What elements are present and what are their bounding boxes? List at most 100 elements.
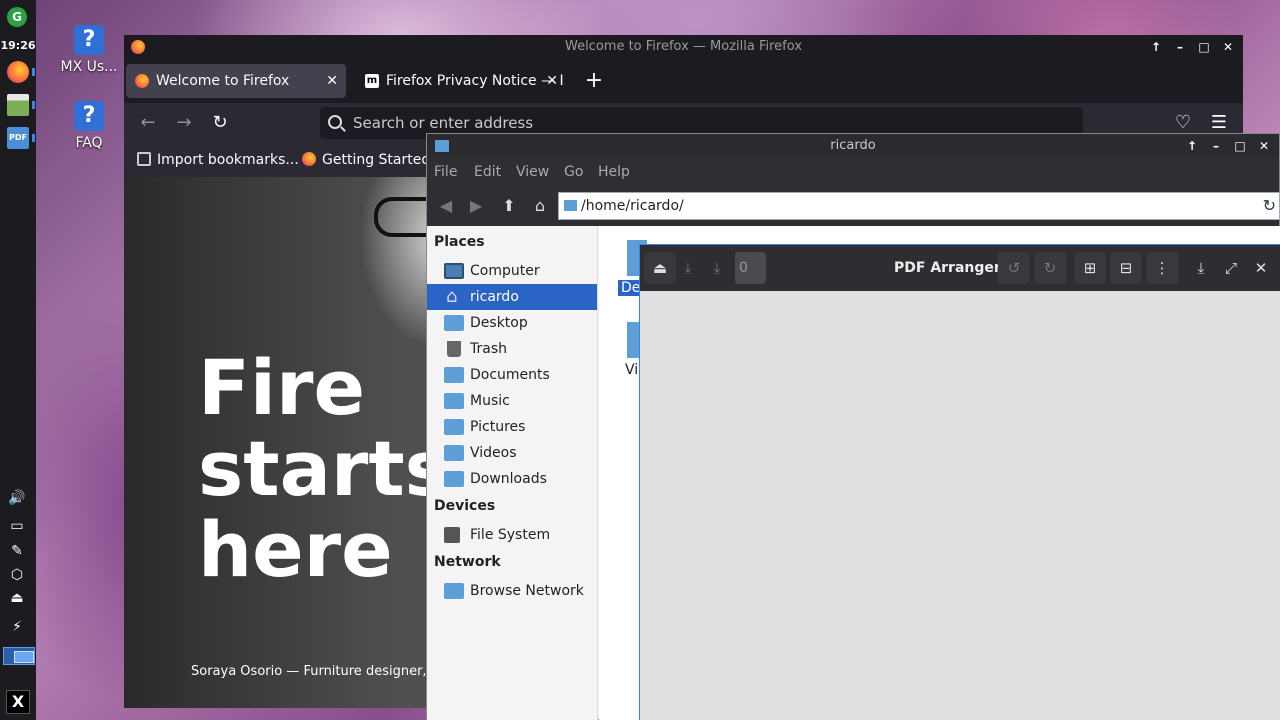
menu-bar: File Edit View Go Help xyxy=(427,158,1279,186)
network-header: Network xyxy=(434,554,501,570)
desktop-icon-mx-user-manual[interactable]: ? MX Us... xyxy=(54,25,124,75)
firefox-titlebar[interactable]: Welcome to Firefox — Mozilla Firefox ↑ –… xyxy=(124,35,1243,59)
menu-file[interactable]: File xyxy=(434,158,457,186)
tab-privacy-notice[interactable]: m Firefox Privacy Notice — I ✕ xyxy=(356,64,566,98)
sidebar-item-documents[interactable]: Documents xyxy=(427,362,597,388)
sidebar-item-desktop[interactable]: Desktop xyxy=(427,310,597,336)
sidebar-item-file-system[interactable]: File System xyxy=(427,522,597,548)
rotate-left-icon[interactable]: ↺ xyxy=(998,252,1030,284)
menu-edit[interactable]: Edit xyxy=(474,158,501,186)
running-indicator xyxy=(32,68,35,76)
sidebar-item-label: Videos xyxy=(470,445,517,461)
minimize-icon[interactable]: ⤓ xyxy=(1185,252,1217,284)
folder-icon xyxy=(435,140,449,152)
menu-help[interactable]: Help xyxy=(598,158,630,186)
bookmark-import[interactable]: Import bookmarks... xyxy=(137,143,299,177)
sidebar-item-pictures[interactable]: Pictures xyxy=(427,414,597,440)
tab-strip: Welcome to Firefox ✕ m Firefox Privacy N… xyxy=(124,59,1243,103)
sidebar-item-ricardo[interactable]: ricardo xyxy=(427,284,597,310)
mx-menu-button[interactable]: X xyxy=(6,690,30,714)
sidebar-item-downloads[interactable]: Downloads xyxy=(427,466,597,492)
zoom-in-icon[interactable]: ⊞ xyxy=(1074,252,1106,284)
package-icon[interactable]: ⬡ xyxy=(8,567,26,583)
rotate-right-icon[interactable]: ↻ xyxy=(1034,252,1066,284)
bookmark-label: Getting Started xyxy=(322,152,431,168)
sidebar-item-browse-network[interactable]: Browse Network xyxy=(427,578,597,604)
power-icon[interactable]: ⚡ xyxy=(8,619,26,635)
sidebar-item-computer[interactable]: Computer xyxy=(427,258,597,284)
desktop-folder-icon xyxy=(444,315,464,331)
sidebar-item-videos[interactable]: Videos xyxy=(427,440,597,466)
page-number-field[interactable]: 0 xyxy=(735,252,766,284)
home-button[interactable]: ⌂ xyxy=(529,196,551,216)
file-label[interactable]: Vi xyxy=(625,362,638,378)
sidebar-item-label: Browse Network xyxy=(470,583,584,599)
volume-icon[interactable]: 🔊 xyxy=(8,490,26,506)
close-button[interactable]: ✕ xyxy=(1252,134,1276,158)
tab-welcome[interactable]: Welcome to Firefox ✕ xyxy=(126,64,346,98)
close-button[interactable]: ✕ xyxy=(1216,35,1240,59)
forward-button[interactable]: ▶ xyxy=(465,196,487,216)
menu-view[interactable]: View xyxy=(516,158,549,186)
keep-above-button[interactable]: ↑ xyxy=(1180,134,1204,158)
pocket-icon[interactable]: ♡ xyxy=(1171,111,1195,135)
sidebar-item-label: ricardo xyxy=(470,289,519,305)
maximize-button[interactable]: □ xyxy=(1192,35,1216,59)
videos-folder-icon xyxy=(444,445,464,461)
devices-header: Devices xyxy=(434,498,496,514)
folder-icon xyxy=(564,200,577,211)
sidebar-item-label: Documents xyxy=(470,367,550,383)
pdf-arranger-window: ⏏ ⤓ ⤓ 0 PDF Arranger ↺ ↻ ⊞ ⊟ ⋮ ⤓ ⤢ ✕ xyxy=(639,244,1280,720)
close-tab-icon[interactable]: ✕ xyxy=(546,64,558,98)
sidebar-item-trash[interactable]: Trash xyxy=(427,336,597,362)
update-icon[interactable]: G xyxy=(7,7,27,27)
keep-above-button[interactable]: ↑ xyxy=(1144,35,1168,59)
path-bar[interactable]: /home/ricardo/ ↻ xyxy=(558,192,1280,220)
zoom-out-icon[interactable]: ⊟ xyxy=(1110,252,1142,284)
minimize-button[interactable]: – xyxy=(1204,134,1228,158)
back-button[interactable]: ◀ xyxy=(435,196,457,216)
sidebar-item-music[interactable]: Music xyxy=(427,388,597,414)
reload-button[interactable]: ↻ xyxy=(208,111,232,135)
path-text: /home/ricardo/ xyxy=(581,198,684,214)
eject-icon[interactable]: ⏏ xyxy=(8,590,26,606)
import-icon xyxy=(137,152,151,166)
more-options-icon[interactable]: ⋮ xyxy=(1146,252,1178,284)
close-icon[interactable]: ✕ xyxy=(1245,252,1277,284)
save-as-icon[interactable]: ⤓ xyxy=(701,252,733,284)
back-button[interactable]: ← xyxy=(136,111,160,135)
reload-icon[interactable]: ↻ xyxy=(1263,193,1276,219)
panel-clock[interactable]: 19:26 xyxy=(0,39,36,52)
hero-line: here xyxy=(198,505,393,594)
minimize-button[interactable]: – xyxy=(1168,35,1192,59)
network-folder-icon xyxy=(444,583,464,599)
file-manager-launcher-icon[interactable] xyxy=(7,94,29,116)
bookmark-label: Import bookmarks... xyxy=(157,152,299,168)
taskbar-panel: G 19:26 PDF 🔊 ▭ ✎ ⬡ ⏏ ⚡ X xyxy=(0,0,36,720)
maximize-button[interactable]: □ xyxy=(1228,134,1252,158)
pictures-folder-icon xyxy=(444,419,464,435)
desktop-icon-faq[interactable]: ? FAQ xyxy=(54,101,124,151)
window-title: ricardo xyxy=(830,138,876,153)
file-manager-titlebar[interactable]: ricardo ↑ – □ ✕ xyxy=(427,134,1279,158)
window-title: Welcome to Firefox — Mozilla Firefox xyxy=(564,39,803,54)
display-icon[interactable]: ▭ xyxy=(8,518,26,534)
drive-icon xyxy=(444,527,460,543)
parent-folder-button[interactable]: ⬆ xyxy=(498,196,520,216)
save-icon[interactable]: ⤓ xyxy=(672,252,704,284)
hero-caption: Soraya Osorio — Furniture designer, Fir xyxy=(191,664,447,679)
hero-title: Fire starts here xyxy=(198,347,450,590)
close-tab-icon[interactable]: ✕ xyxy=(326,64,338,98)
menu-go[interactable]: Go xyxy=(564,158,583,186)
app-menu-button[interactable]: ☰ xyxy=(1207,111,1231,135)
search-icon xyxy=(328,115,342,129)
forward-button[interactable]: → xyxy=(172,111,196,135)
workspace-pager[interactable] xyxy=(3,647,35,665)
firefox-launcher-icon[interactable] xyxy=(7,61,29,83)
bookmark-getting-started[interactable]: Getting Started xyxy=(302,143,430,177)
new-tab-button[interactable]: + xyxy=(584,64,604,98)
clipboard-icon[interactable]: ✎ xyxy=(8,543,26,559)
maximize-icon[interactable]: ⤢ xyxy=(1215,252,1247,284)
pdf-arranger-launcher-icon[interactable]: PDF xyxy=(7,127,29,149)
pdf-arranger-headerbar[interactable]: ⏏ ⤓ ⤓ 0 PDF Arranger ↺ ↻ ⊞ ⊟ ⋮ ⤓ ⤢ ✕ xyxy=(640,245,1280,291)
